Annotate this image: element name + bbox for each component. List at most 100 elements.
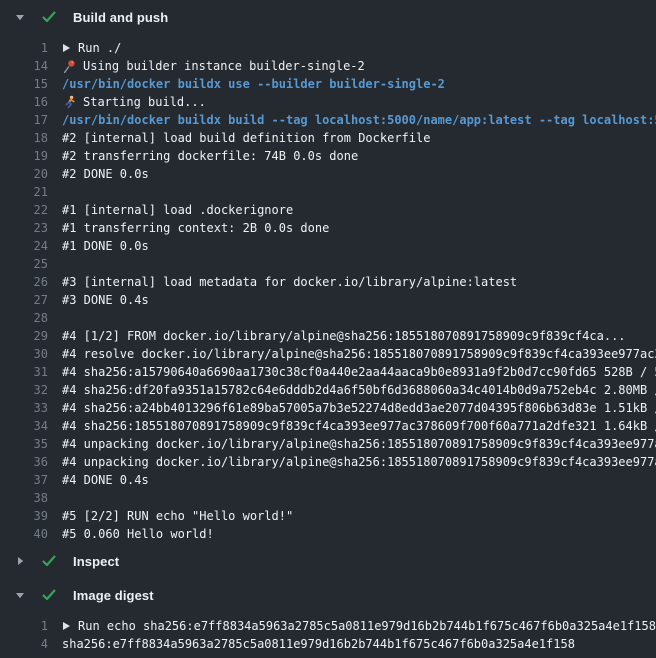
- line-number[interactable]: 38: [0, 489, 48, 507]
- line-number[interactable]: 19: [0, 147, 48, 165]
- line-text: #1 transferring context: 2B 0.0s done: [62, 219, 329, 237]
- expand-group-icon[interactable]: [62, 621, 71, 631]
- log-line: 36 #4 unpacking docker.io/library/alpine…: [0, 453, 656, 471]
- line-number[interactable]: 16: [0, 93, 48, 111]
- log-line: 23 #1 transferring context: 2B 0.0s done: [0, 219, 656, 237]
- line-text: /usr/bin/docker buildx use --builder bui…: [62, 75, 445, 93]
- section-header[interactable]: Image digest: [0, 578, 656, 612]
- section-header[interactable]: Build and push: [0, 0, 656, 34]
- line-text: #4 unpacking docker.io/library/alpine@sh…: [62, 453, 656, 471]
- line-number[interactable]: 4: [0, 635, 48, 653]
- line-text: #4 sha256:df20fa9351a15782c64e6dddb2d4a6…: [62, 381, 656, 399]
- log-line: 20 #2 DONE 0.0s: [0, 165, 656, 183]
- line-number[interactable]: 34: [0, 417, 48, 435]
- line-content: #4 sha256:185518070891758909c9f839cf4ca3…: [62, 417, 656, 435]
- log-line: 14 Using builder instance builder-single…: [0, 57, 656, 75]
- expand-group-icon[interactable]: [62, 43, 71, 53]
- line-number[interactable]: 32: [0, 381, 48, 399]
- line-number[interactable]: 21: [0, 183, 48, 201]
- log-line: 39 #5 [2/2] RUN echo "Hello world!": [0, 507, 656, 525]
- section-status-slot: [44, 553, 60, 569]
- log-line: 33 #4 sha256:a24bb4013296f61e89ba57005a7…: [0, 399, 656, 417]
- log-line: 16 Starting build...: [0, 93, 656, 111]
- section-chevron-slot: [18, 590, 29, 600]
- line-number[interactable]: 17: [0, 111, 48, 129]
- line-content: #4 [1/2] FROM docker.io/library/alpine@s…: [62, 327, 626, 345]
- section-chevron-slot: [18, 556, 29, 566]
- line-number[interactable]: 39: [0, 507, 48, 525]
- log-line: 28: [0, 309, 656, 327]
- line-text: Run ./: [78, 39, 121, 57]
- log-line: 30 #4 resolve docker.io/library/alpine@s…: [0, 345, 656, 363]
- line-text: #1 [internal] load .dockerignore: [62, 201, 293, 219]
- log-line: 29 #4 [1/2] FROM docker.io/library/alpin…: [0, 327, 656, 345]
- log-line: 25: [0, 255, 656, 273]
- line-number[interactable]: 35: [0, 435, 48, 453]
- line-content: #4 sha256:a24bb4013296f61e89ba57005a7b3e…: [62, 399, 656, 417]
- section-lines: 1 Run ./ 14 Using builder instance build…: [0, 34, 656, 544]
- log-line: 17 /usr/bin/docker buildx build --tag lo…: [0, 111, 656, 129]
- line-text: #4 DONE 0.4s: [62, 471, 149, 489]
- pushpin-icon: [62, 59, 76, 73]
- line-content: #3 [internal] load metadata for docker.i…: [62, 273, 517, 291]
- log-line: 22 #1 [internal] load .dockerignore: [0, 201, 656, 219]
- line-content: #4 resolve docker.io/library/alpine@sha2…: [62, 345, 656, 363]
- line-content: /usr/bin/docker buildx build --tag local…: [62, 111, 656, 129]
- line-number[interactable]: 36: [0, 453, 48, 471]
- line-content: #4 unpacking docker.io/library/alpine@sh…: [62, 435, 656, 453]
- line-text: #2 DONE 0.0s: [62, 165, 149, 183]
- log-line: 34 #4 sha256:185518070891758909c9f839cf4…: [0, 417, 656, 435]
- line-number[interactable]: 26: [0, 273, 48, 291]
- log-line: 24 #1 DONE 0.0s: [0, 237, 656, 255]
- line-text: #5 [2/2] RUN echo "Hello world!": [62, 507, 293, 525]
- line-number[interactable]: 18: [0, 129, 48, 147]
- line-content: #4 sha256:a15790640a6690aa1730c38cf0a440…: [62, 363, 656, 381]
- line-number[interactable]: 14: [0, 57, 48, 75]
- line-number[interactable]: 15: [0, 75, 48, 93]
- line-text: #2 transferring dockerfile: 74B 0.0s don…: [62, 147, 358, 165]
- line-text: #4 sha256:a24bb4013296f61e89ba57005a7b3e…: [62, 399, 656, 417]
- line-text: #5 0.060 Hello world!: [62, 525, 214, 543]
- line-number[interactable]: 1: [0, 39, 48, 57]
- line-content: #2 DONE 0.0s: [62, 165, 149, 183]
- check-icon: [41, 587, 57, 603]
- line-text: #4 unpacking docker.io/library/alpine@sh…: [62, 435, 656, 453]
- line-number[interactable]: 40: [0, 525, 48, 543]
- line-number[interactable]: 23: [0, 219, 48, 237]
- line-number[interactable]: 28: [0, 309, 48, 327]
- line-number[interactable]: 27: [0, 291, 48, 309]
- line-text: #4 sha256:185518070891758909c9f839cf4ca3…: [62, 417, 656, 435]
- line-text: sha256:e7ff8834a5963a2785c5a0811e979d16b…: [62, 635, 575, 653]
- line-content: /usr/bin/docker buildx use --builder bui…: [62, 75, 445, 93]
- log-section: Build and push 1 Run ./ 14 Using builder…: [0, 0, 656, 544]
- line-content: Starting build...: [62, 93, 206, 111]
- line-number[interactable]: 33: [0, 399, 48, 417]
- line-content: Run ./: [62, 39, 121, 57]
- line-text: #4 resolve docker.io/library/alpine@sha2…: [62, 345, 656, 363]
- line-number[interactable]: 22: [0, 201, 48, 219]
- check-icon: [41, 553, 57, 569]
- line-number[interactable]: 25: [0, 255, 48, 273]
- section-chevron-slot: [18, 12, 29, 22]
- line-number[interactable]: 1: [0, 617, 48, 635]
- line-number[interactable]: 20: [0, 165, 48, 183]
- log-line: 19 #2 transferring dockerfile: 74B 0.0s …: [0, 147, 656, 165]
- line-number[interactable]: 31: [0, 363, 48, 381]
- log-line: 21: [0, 183, 656, 201]
- line-content: #1 [internal] load .dockerignore: [62, 201, 293, 219]
- line-content: #4 unpacking docker.io/library/alpine@sh…: [62, 453, 656, 471]
- line-content: #5 0.060 Hello world!: [62, 525, 214, 543]
- log-line: 31 #4 sha256:a15790640a6690aa1730c38cf0a…: [0, 363, 656, 381]
- log-line: 1 Run echo sha256:e7ff8834a5963a2785c5a0…: [0, 617, 656, 635]
- line-text: Run echo sha256:e7ff8834a5963a2785c5a081…: [78, 617, 656, 635]
- section-label: Inspect: [73, 554, 119, 569]
- line-number[interactable]: 37: [0, 471, 48, 489]
- log-line: 35 #4 unpacking docker.io/library/alpine…: [0, 435, 656, 453]
- line-number[interactable]: 29: [0, 327, 48, 345]
- log-section: Image digest 1 Run echo sha256:e7ff8834a…: [0, 578, 656, 654]
- check-icon: [41, 9, 57, 25]
- section-header[interactable]: Inspect: [0, 544, 656, 578]
- line-content: Using builder instance builder-single-2: [62, 57, 365, 75]
- line-number[interactable]: 24: [0, 237, 48, 255]
- line-number[interactable]: 30: [0, 345, 48, 363]
